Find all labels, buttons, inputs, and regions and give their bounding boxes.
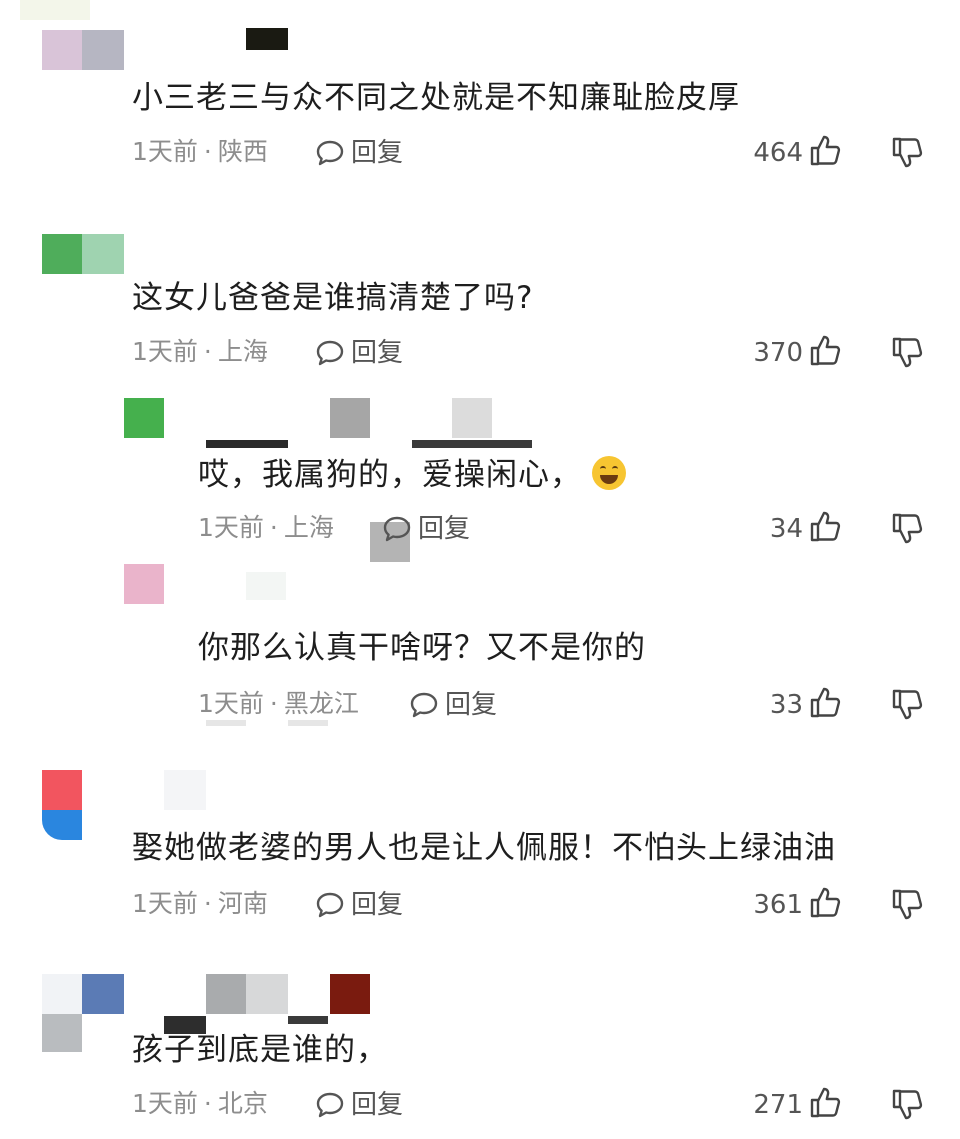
comment-text: 哎，我属狗的，爱操闲心， xyxy=(198,455,626,495)
comment-text: 这女儿爸爸是谁搞清楚了吗? xyxy=(132,280,534,316)
comment-text: 你那么认真干啥呀？又不是你的 xyxy=(198,630,646,666)
comment-location: 河南 xyxy=(217,889,268,918)
thumbs-down-icon[interactable] xyxy=(890,136,924,170)
comment-time: 1天前 xyxy=(198,513,264,542)
reply-label: 回复 xyxy=(445,690,498,720)
meta-separator: · xyxy=(203,337,212,366)
thumbs-down-icon[interactable] xyxy=(890,888,924,922)
thumbs-down-icon[interactable] xyxy=(890,512,924,546)
comment-text-body: 哎，我属狗的，爱操闲心， xyxy=(198,457,582,493)
comment-meta: 1天前 · 上海 xyxy=(132,336,268,368)
reply-label: 回复 xyxy=(351,138,404,168)
comment-location: 黑龙江 xyxy=(283,689,359,718)
comment-time: 1天前 xyxy=(132,337,198,366)
comment-text: 小三老三与众不同之处就是不知廉耻脸皮厚 xyxy=(132,80,740,116)
comment-meta: 1天前 · 上海 xyxy=(198,512,334,544)
reply-button[interactable]: 回复 xyxy=(315,1089,403,1121)
thumbs-up-icon[interactable] xyxy=(808,333,842,367)
like-count: 370 xyxy=(753,338,803,368)
reply-button[interactable]: 回复 xyxy=(409,689,497,721)
comment-meta: 1天前 · 陕西 xyxy=(132,136,268,168)
reply-label: 回复 xyxy=(351,338,404,368)
comment-bubble-icon xyxy=(316,140,344,166)
comment-meta: 1天前 · 黑龙江 xyxy=(198,688,359,720)
reply-button[interactable]: 回复 xyxy=(315,337,403,369)
comment-bubble-icon xyxy=(410,692,438,718)
thumbs-up-icon[interactable] xyxy=(808,885,842,919)
comment-location: 陕西 xyxy=(217,137,268,166)
comment-location: 上海 xyxy=(283,513,334,542)
comment-time: 1天前 xyxy=(132,1089,198,1118)
reply-label: 回复 xyxy=(351,890,404,920)
like-count: 33 xyxy=(769,690,803,720)
like-count: 271 xyxy=(753,1090,803,1120)
meta-separator: · xyxy=(269,513,278,542)
thumbs-down-icon[interactable] xyxy=(890,1088,924,1122)
comment-bubble-icon xyxy=(316,1092,344,1118)
comment-bubble-icon xyxy=(316,892,344,918)
thumbs-up-icon[interactable] xyxy=(808,133,842,167)
grinning-face-emoji xyxy=(592,456,626,490)
thumbs-up-icon[interactable] xyxy=(808,509,842,543)
thumbs-down-icon[interactable] xyxy=(890,336,924,370)
comment-location: 上海 xyxy=(217,337,268,366)
meta-separator: · xyxy=(203,137,212,166)
comment-meta: 1天前 · 河南 xyxy=(132,888,268,920)
thumbs-up-icon[interactable] xyxy=(808,685,842,719)
reply-label: 回复 xyxy=(351,1090,404,1120)
meta-separator: · xyxy=(269,689,278,718)
reply-button[interactable]: 回复 xyxy=(382,513,470,545)
comment-text: 孩子到底是谁的， xyxy=(132,1032,388,1068)
comment-text: 娶她做老婆的男人也是让人佩服！不怕头上绿油油 xyxy=(132,830,836,866)
like-count: 34 xyxy=(769,514,803,544)
comment-time: 1天前 xyxy=(132,137,198,166)
thumbs-down-icon[interactable] xyxy=(890,688,924,722)
comment-location: 北京 xyxy=(217,1089,268,1118)
comment-meta: 1天前 · 北京 xyxy=(132,1088,268,1120)
meta-separator: · xyxy=(203,1089,212,1118)
comment-time: 1天前 xyxy=(198,689,264,718)
like-count: 361 xyxy=(753,890,803,920)
reply-button[interactable]: 回复 xyxy=(315,137,403,169)
comment-bubble-icon xyxy=(383,516,411,542)
comment-time: 1天前 xyxy=(132,889,198,918)
comment-bubble-icon xyxy=(316,340,344,366)
meta-separator: · xyxy=(203,889,212,918)
like-count: 464 xyxy=(753,138,803,168)
thumbs-up-icon[interactable] xyxy=(808,1085,842,1119)
reply-button[interactable]: 回复 xyxy=(315,889,403,921)
reply-label: 回复 xyxy=(418,514,471,544)
